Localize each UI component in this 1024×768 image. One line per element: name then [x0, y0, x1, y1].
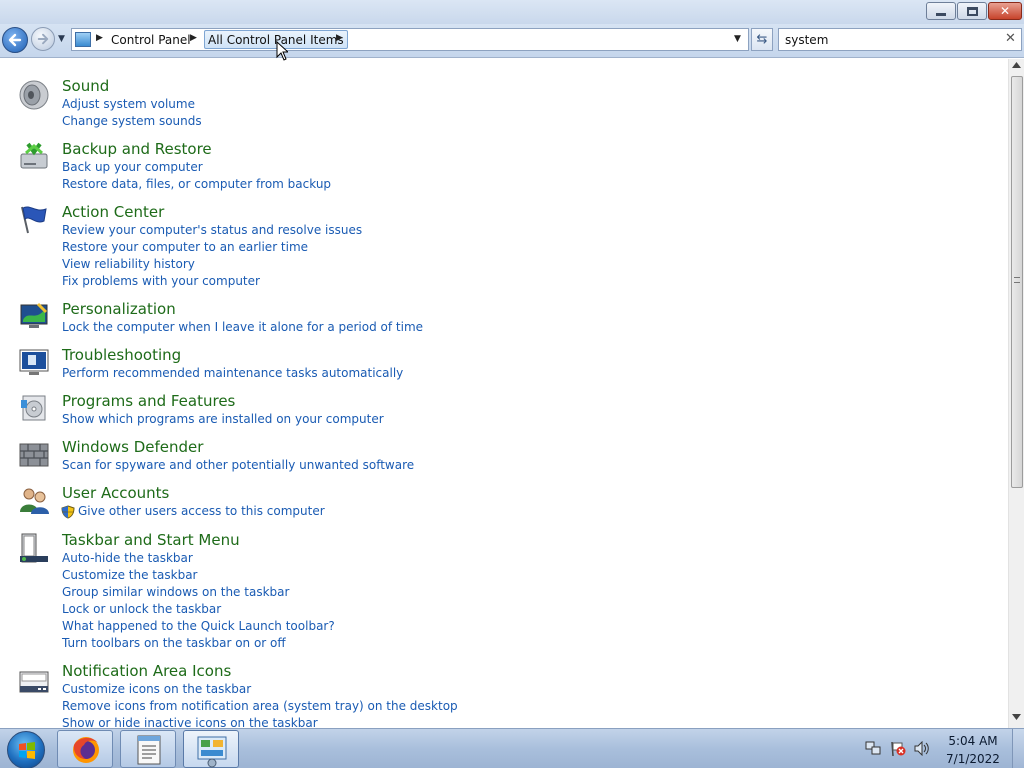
taskbar-button-control-panel[interactable]	[183, 730, 239, 768]
category-title[interactable]: User Accounts	[62, 484, 169, 502]
clock-date[interactable]: 7/1/2022	[943, 752, 1003, 766]
programs-icon	[21, 395, 46, 421]
restore-icon	[966, 6, 978, 16]
restore-button[interactable]	[957, 2, 987, 20]
category-link[interactable]: Show which programs are installed on you…	[62, 412, 384, 427]
close-icon: ✕	[999, 4, 1011, 18]
clear-search-icon[interactable]: ✕	[1005, 31, 1016, 46]
breadcrumb-separator[interactable]: ▶	[96, 33, 103, 43]
users-icon	[20, 488, 49, 514]
category-link[interactable]: Back up your computer	[62, 160, 203, 175]
category-link[interactable]: Fix problems with your computer	[62, 274, 260, 289]
clock-time[interactable]: 5:04 AM	[943, 734, 1003, 748]
category-link[interactable]: Lock or unlock the taskbar	[62, 602, 221, 617]
navigation-bar: ▼ ▶ Control Panel ▶ All Control Panel It…	[0, 24, 1024, 58]
category-title[interactable]: Sound	[62, 77, 109, 95]
volume-icon[interactable]	[914, 741, 930, 756]
minimize-button[interactable]	[926, 2, 956, 20]
uac-shield-icon	[61, 505, 75, 519]
taskbar: 5:04 AM 7/1/2022	[0, 728, 1024, 768]
recent-pages-dropdown[interactable]: ▼	[58, 34, 65, 44]
category-link[interactable]: Restore your computer to an earlier time	[62, 240, 308, 255]
category-link[interactable]: Scan for spyware and other potentially u…	[62, 458, 414, 473]
address-dropdown-button[interactable]: ▼	[734, 34, 741, 44]
back-arrow-icon	[8, 33, 22, 47]
backup-icon	[20, 142, 48, 169]
show-desktop-button[interactable]	[1012, 729, 1024, 768]
category-title[interactable]: Notification Area Icons	[62, 662, 231, 680]
control-panel-icon	[197, 736, 227, 768]
scroll-up-arrow-icon[interactable]	[1012, 62, 1021, 68]
start-button[interactable]	[7, 731, 45, 768]
search-results: Sound Adjust system volume Change system…	[0, 59, 1008, 728]
category-link[interactable]: Restore data, files, or computer from ba…	[62, 177, 331, 192]
minimize-icon	[936, 12, 946, 16]
category-link[interactable]: Customize icons on the taskbar	[62, 682, 251, 697]
category-title[interactable]: Troubleshooting	[62, 346, 181, 364]
personalization-icon	[20, 302, 48, 328]
breadcrumb-separator[interactable]: ▶	[190, 33, 197, 43]
taskbar-icon	[20, 533, 48, 563]
category-link[interactable]: Auto-hide the taskbar	[62, 551, 193, 566]
category-link[interactable]: Adjust system volume	[62, 97, 195, 112]
action-center-warning-icon[interactable]	[890, 741, 906, 756]
address-bar[interactable]: ▶ Control Panel ▶ All Control Panel Item…	[71, 28, 749, 51]
category-title[interactable]: Personalization	[62, 300, 176, 318]
refresh-button[interactable]: ⇆	[751, 28, 773, 51]
refresh-icon: ⇆	[756, 32, 768, 47]
category-title[interactable]: Programs and Features	[62, 392, 235, 410]
search-input[interactable]	[785, 32, 995, 48]
notification-area-icon	[19, 671, 49, 693]
scroll-thumb[interactable]	[1011, 76, 1023, 488]
scroll-grip	[1014, 277, 1020, 283]
category-link[interactable]: Turn toolbars on the taskbar on or off	[62, 636, 286, 651]
firefox-icon	[73, 737, 99, 763]
category-title[interactable]: Windows Defender	[62, 438, 203, 456]
close-button[interactable]: ✕	[988, 2, 1022, 20]
troubleshooting-icon	[19, 349, 49, 375]
category-link[interactable]: Perform recommended maintenance tasks au…	[62, 366, 403, 381]
window-title-bar: ✕	[0, 0, 1024, 24]
control-panel-icon	[75, 32, 91, 47]
vertical-scrollbar[interactable]	[1008, 59, 1024, 728]
category-link[interactable]: What happened to the Quick Launch toolba…	[62, 619, 335, 634]
forward-button[interactable]	[31, 27, 55, 51]
category-link[interactable]: Group similar windows on the taskbar	[62, 585, 289, 600]
forward-arrow-icon	[37, 33, 49, 45]
mouse-pointer-icon	[276, 41, 288, 61]
defender-wall-icon	[19, 443, 49, 467]
search-box[interactable]: ✕	[778, 28, 1022, 51]
network-icon[interactable]	[865, 741, 881, 756]
category-link[interactable]: Lock the computer when I leave it alone …	[62, 320, 423, 335]
category-link[interactable]: Customize the taskbar	[62, 568, 197, 583]
breadcrumb-separator[interactable]: ▶	[336, 33, 343, 43]
category-title[interactable]: Backup and Restore	[62, 140, 212, 158]
windows-start-icon	[19, 742, 35, 759]
category-link[interactable]: Review your computer's status and resolv…	[62, 223, 362, 238]
category-link[interactable]: Change system sounds	[62, 114, 202, 129]
back-button[interactable]	[2, 27, 28, 53]
category-title[interactable]: Action Center	[62, 203, 164, 221]
taskbar-button-firefox[interactable]	[57, 730, 113, 768]
category-link[interactable]: View reliability history	[62, 257, 195, 272]
category-link[interactable]: Remove icons from notification area (sys…	[62, 699, 458, 714]
category-link[interactable]: Give other users access to this computer	[78, 504, 325, 519]
taskbar-button-notepad[interactable]	[120, 730, 176, 768]
breadcrumb-control-panel[interactable]: Control Panel	[111, 32, 191, 48]
scroll-down-arrow-icon[interactable]	[1012, 714, 1021, 720]
notepad-icon	[137, 735, 161, 765]
category-link[interactable]: Show or hide inactive icons on the taskb…	[62, 716, 318, 728]
speaker-icon	[19, 80, 49, 110]
category-title[interactable]: Taskbar and Start Menu	[62, 531, 240, 549]
flag-icon	[21, 206, 47, 234]
